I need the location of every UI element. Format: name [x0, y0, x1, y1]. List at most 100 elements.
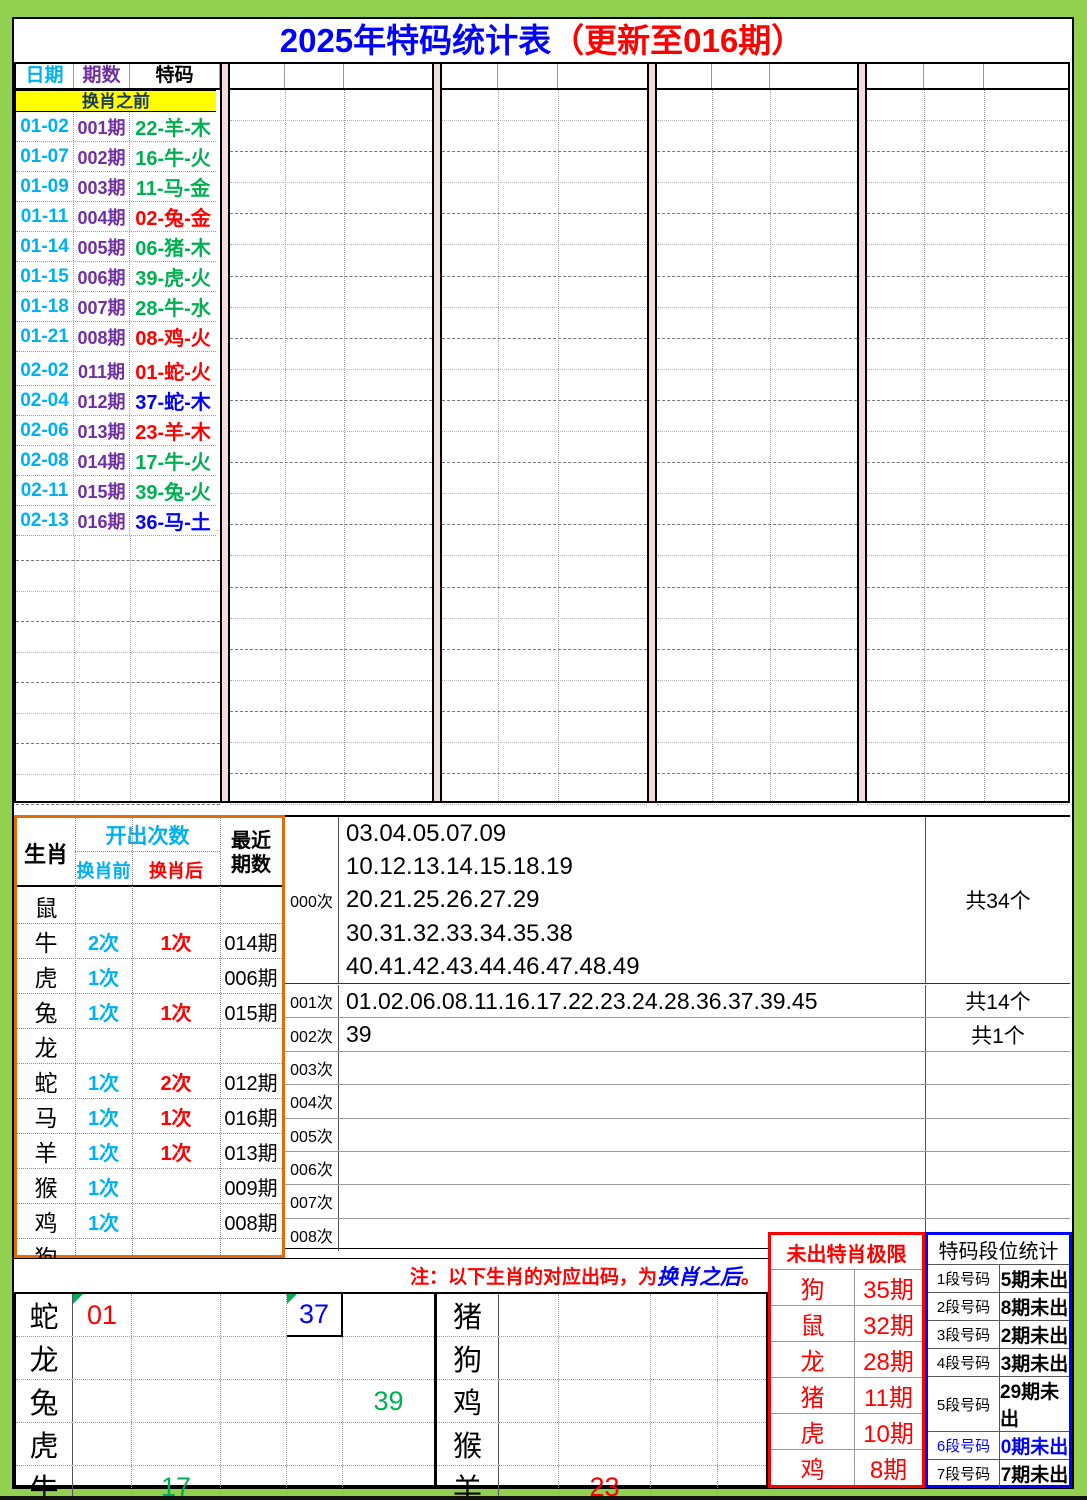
- empty-row: [657, 183, 857, 215]
- result-code: 11-马-金: [135, 178, 211, 200]
- grid-zodiac-name: 狗: [437, 1337, 499, 1379]
- code-grid-row: 猪: [437, 1294, 766, 1337]
- result-date: 01-02: [16, 112, 74, 141]
- pink-separator: [432, 64, 442, 801]
- grid-empty-cell: [559, 1423, 651, 1465]
- frequency-total: [925, 1051, 1070, 1085]
- grid-zodiac-name: 蛇: [16, 1294, 73, 1336]
- grid-empty-cell: [559, 1380, 651, 1422]
- result-row: 02-13 016期 36-马-土: [16, 506, 216, 536]
- frequency-label: 004次: [285, 1085, 339, 1118]
- grid-code-cell: 37: [287, 1294, 343, 1337]
- empty-row: [867, 370, 1068, 401]
- grid-empty-cell: [718, 1294, 766, 1336]
- grid-code-value: 37: [298, 1299, 330, 1329]
- header-blank: [984, 64, 1068, 88]
- count-before: [75, 1029, 132, 1063]
- limit-zodiac: 鸡: [771, 1450, 855, 1485]
- grid-zodiac-name: 兔: [16, 1380, 73, 1422]
- limit-periods: 10期: [863, 1421, 914, 1448]
- empty-row: [867, 588, 1068, 619]
- empty-row: [442, 277, 647, 308]
- result-code: 39-兔-火: [135, 482, 211, 504]
- limit-periods: 8期: [869, 1457, 908, 1484]
- empty-row: [442, 308, 647, 339]
- segment-label: 6段号码: [928, 1432, 1000, 1459]
- segment-value: 5期未出: [1000, 1270, 1069, 1291]
- result-row: 02-06 013期 23-羊-木: [16, 416, 216, 446]
- result-date: 01-11: [16, 202, 74, 231]
- header-period: 期数: [74, 64, 130, 88]
- code-grid-row: 猴: [437, 1423, 766, 1466]
- limit-periods: 28期: [863, 1349, 914, 1376]
- empty-row: [230, 525, 432, 557]
- page-title-update: （更新至016期）: [551, 22, 805, 59]
- result-period: 012期: [74, 386, 130, 415]
- grid-empty-cell: [221, 1337, 287, 1379]
- frequency-label: 002次: [285, 1018, 339, 1051]
- header-blank: [230, 64, 285, 88]
- empty-row: [442, 370, 647, 401]
- limit-row: 狗 35期: [771, 1270, 922, 1306]
- empty-row: [16, 653, 220, 683]
- grid-empty-cell: [343, 1423, 434, 1465]
- frequency-label: 008次: [285, 1218, 339, 1251]
- frequency-total: 共1个: [925, 1018, 1070, 1051]
- empty-row: [867, 308, 1068, 339]
- empty-row: [442, 463, 647, 495]
- zodiac-count-row: 鸡 1次 008期: [17, 1204, 282, 1239]
- result-code: 02-兔-金: [135, 208, 211, 230]
- empty-row: [230, 401, 432, 433]
- grid-code-value: 01: [86, 1299, 118, 1330]
- result-period: 003期: [74, 172, 130, 201]
- result-code: 06-猪-木: [135, 238, 211, 260]
- empty-row: [867, 619, 1068, 650]
- count-before: 1次: [87, 1002, 120, 1025]
- segment-value: 3期未出: [1000, 1354, 1069, 1375]
- frequency-total: [925, 1151, 1070, 1185]
- grid-empty-cell: [343, 1294, 434, 1336]
- note-suffix: 。: [740, 1267, 760, 1288]
- segment-row: 4段号码 3期未出: [928, 1349, 1069, 1377]
- count-before: 1次: [87, 1177, 120, 1200]
- numbers-line: 30.31.32.33.34.35.38: [346, 919, 573, 947]
- frequency-label: 000次: [285, 817, 339, 983]
- column-divider: [132, 818, 133, 1255]
- grid-empty-cell: [287, 1380, 343, 1422]
- header-recent: 最近期数: [231, 829, 271, 876]
- recent-period: 015期: [224, 1002, 278, 1025]
- zodiac-name: 龙: [34, 1035, 58, 1061]
- empty-row: [442, 121, 647, 153]
- empty-row: [230, 494, 432, 526]
- note-line: 注：以下生肖的对应出码，为 换肖之后。: [14, 1258, 768, 1292]
- empty-row: [657, 743, 857, 775]
- zodiac-count-table: 生肖 开出次数 换肖前 换肖后 最近期数 鼠 牛 2次 1次 014期 虎 1次…: [14, 815, 285, 1306]
- pink-separator: [220, 64, 230, 801]
- pink-separator: [857, 64, 867, 801]
- header-blank: [344, 64, 432, 88]
- empty-row: [657, 463, 857, 495]
- count-before: 2次: [87, 932, 120, 955]
- result-row: 01-02 001期 22-羊-木: [16, 112, 216, 142]
- empty-row: [16, 775, 220, 805]
- empty-row: [230, 121, 432, 153]
- frequency-row: 004次: [285, 1085, 1070, 1119]
- segment-value: 2期未出: [1000, 1326, 1069, 1347]
- frequency-numbers: [339, 1085, 925, 1117]
- page-title-main: 2025年特码统计表: [279, 22, 552, 59]
- grid-zodiac-name: 牛: [16, 1466, 73, 1500]
- limit-zodiac: 龙: [771, 1342, 855, 1377]
- empty-row: [657, 432, 857, 464]
- frequency-total: [925, 1118, 1070, 1151]
- frequency-label: 001次: [285, 985, 339, 1018]
- rows-after-section: 02-02 011期 01-蛇-火 02-04 012期 37-蛇-木 02-0…: [16, 356, 216, 536]
- result-period: 011期: [74, 356, 130, 385]
- limit-periods: 32期: [863, 1313, 914, 1340]
- result-row: 01-21 008期 08-鸡-火: [16, 322, 216, 352]
- grid-empty-cell: [132, 1423, 221, 1465]
- grid-code-value: 39: [373, 1385, 404, 1416]
- grid-empty-cell: [651, 1294, 718, 1336]
- header-after-change: 换肖后: [149, 861, 203, 881]
- segment-value: 8期未出: [1000, 1298, 1069, 1319]
- header-blank: [285, 64, 344, 88]
